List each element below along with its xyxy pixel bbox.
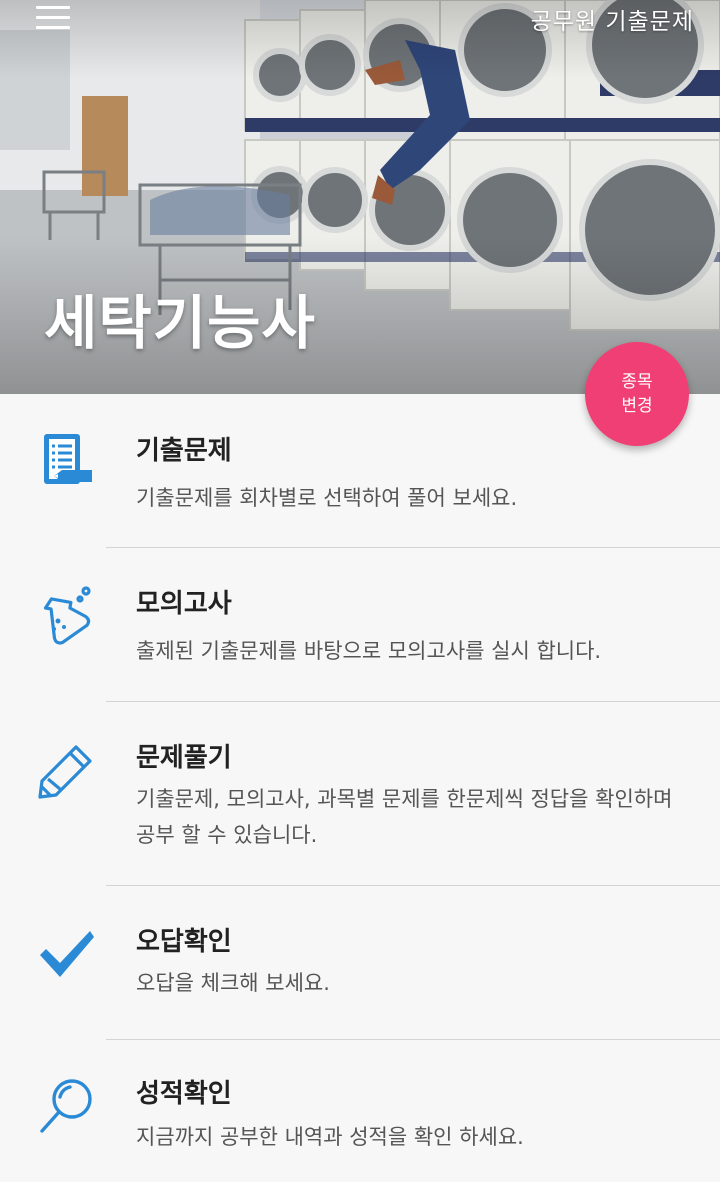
menu-item-wrong-answers[interactable]: 오답확인 오답을 체크해 보세요. — [0, 885, 720, 1040]
menu-item-description: 기출문제, 모의고사, 과목별 문제를 한문제씩 정답을 확인하며 공부 할 수… — [136, 787, 673, 847]
menu-item-description: 출제된 기출문제를 바탕으로 모의고사를 실시 합니다. — [136, 639, 602, 663]
change-subject-label-line1: 종목 — [621, 372, 653, 392]
main-menu-list: 기출문제 기출문제를 회차별로 선택하여 풀어 보세요. 모의고사 출제된 기출… — [0, 394, 720, 1182]
subject-title: 세탁기능사 — [44, 289, 316, 357]
menu-item-title: 성적확인 — [136, 1079, 232, 1109]
app-title: 공무원 기출문제 — [530, 9, 694, 35]
pencil-icon — [38, 745, 92, 799]
menu-item-scores[interactable]: 성적확인 지금까지 공부한 내역과 성적을 확인 하세요. — [0, 1039, 720, 1182]
change-subject-label-line2: 변경 — [621, 396, 653, 416]
magnifier-icon — [40, 1079, 92, 1133]
header-image: 공무원 기출문제 세탁기능사 — [0, 0, 720, 394]
flask-icon — [43, 586, 91, 645]
menu-item-description: 기출문제를 회차별로 선택하여 풀어 보세요. — [136, 486, 518, 510]
menu-item-description: 오답을 체크해 보세요. — [136, 971, 330, 995]
menu-item-title: 문제풀기 — [136, 743, 232, 773]
menu-item-solve-problems[interactable]: 문제풀기 기출문제, 모의고사, 과목별 문제를 한문제씩 정답을 확인하며 공… — [0, 701, 720, 886]
document-list-icon — [44, 434, 92, 484]
menu-item-title: 기출문제 — [136, 436, 232, 466]
menu-item-title: 모의고사 — [136, 589, 232, 619]
change-subject-button[interactable]: 종목 변경 — [585, 342, 689, 446]
checkmark-icon — [40, 931, 94, 977]
menu-item-title: 오답확인 — [136, 927, 232, 957]
menu-item-mock-test[interactable]: 모의고사 출제된 기출문제를 바탕으로 모의고사를 실시 합니다. — [0, 547, 720, 702]
hamburger-menu-icon[interactable] — [36, 6, 70, 32]
menu-item-description: 지금까지 공부한 내역과 성적을 확인 하세요. — [136, 1125, 524, 1149]
